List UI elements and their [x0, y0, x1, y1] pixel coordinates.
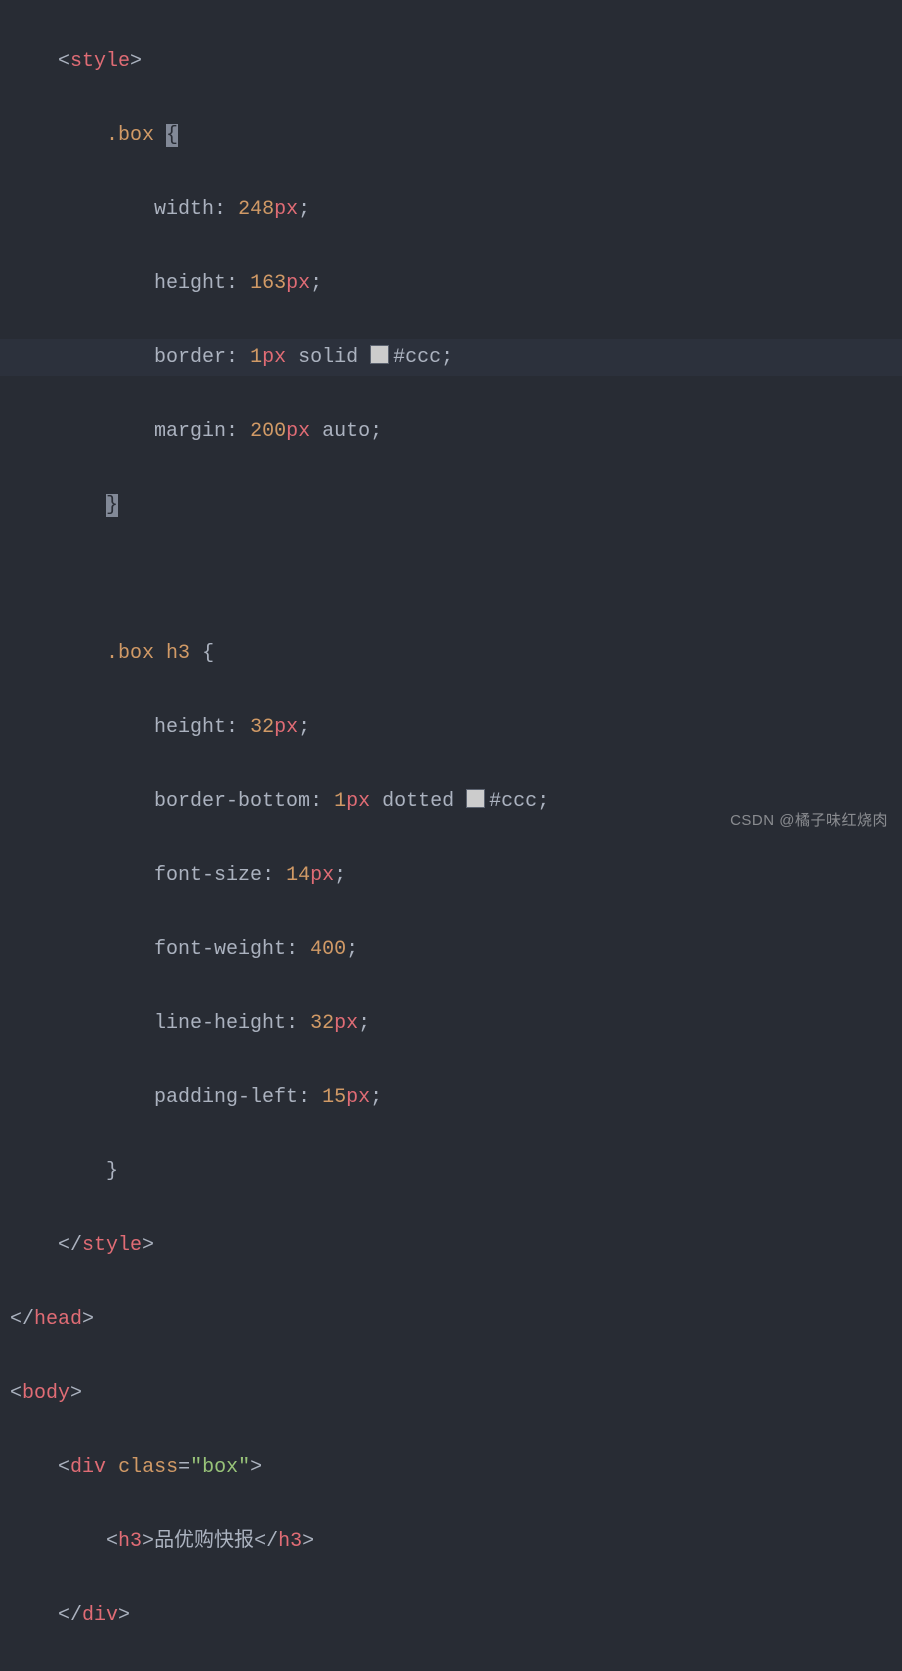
prop-margin: margin — [154, 420, 226, 443]
tag-div-open: div — [70, 1456, 106, 1479]
brace-open: { — [166, 124, 178, 147]
code-line: <style> — [0, 43, 902, 80]
code-line: padding-left: 15px; — [0, 1079, 902, 1116]
code-line: </div> — [0, 1597, 902, 1634]
prop-line-height: line-height — [154, 1012, 286, 1035]
tag-style-close: style — [82, 1234, 142, 1257]
code-line: <h3>品优购快报</h3> — [0, 1523, 902, 1560]
tag-body-open: body — [22, 1382, 70, 1405]
code-line: } — [0, 1153, 902, 1190]
code-line: .box h3 { — [0, 635, 902, 672]
code-line: .box { — [0, 117, 902, 154]
code-line: width: 248px; — [0, 191, 902, 228]
selector-box-h3: .box — [106, 642, 154, 665]
brace-close: } — [106, 494, 118, 517]
prop-h3-height: height — [154, 716, 226, 739]
prop-border-bottom: border-bottom — [154, 790, 310, 813]
code-line: height: 163px; — [0, 265, 902, 302]
selector-box: .box — [106, 124, 154, 147]
tag-h3-open: h3 — [118, 1530, 142, 1553]
prop-padding-left: padding-left — [154, 1086, 298, 1109]
code-line: height: 32px; — [0, 709, 902, 746]
code-line: font-weight: 400; — [0, 931, 902, 968]
color-swatch — [370, 345, 389, 364]
prop-font-weight: font-weight — [154, 938, 286, 961]
code-block: <style> .box { width: 248px; height: 163… — [0, 0, 902, 1671]
code-line: font-size: 14px; — [0, 857, 902, 894]
tag-style-open: style — [70, 50, 130, 73]
color-swatch — [466, 789, 485, 808]
tag-h3-close: h3 — [278, 1530, 302, 1553]
code-line: } — [0, 487, 902, 524]
code-line: </head> — [0, 1301, 902, 1338]
prop-height: height — [154, 272, 226, 295]
code-line: margin: 200px auto; — [0, 413, 902, 450]
prop-width: width — [154, 198, 214, 221]
tag-head-close: head — [34, 1308, 82, 1331]
code-line: <body> — [0, 1375, 902, 1412]
watermark: CSDN @橘子味红烧肉 — [730, 807, 888, 835]
code-line: line-height: 32px; — [0, 1005, 902, 1042]
attr-class: class — [118, 1456, 178, 1479]
code-line-active: border: 1px solid #ccc; — [0, 339, 902, 376]
tag-div-close: div — [82, 1604, 118, 1627]
prop-font-size: font-size — [154, 864, 262, 887]
code-line: <div class="box"> — [0, 1449, 902, 1486]
prop-border: border — [154, 346, 226, 369]
class-value: "box" — [190, 1456, 250, 1479]
code-line: </style> — [0, 1227, 902, 1264]
h3-text: 品优购快报 — [154, 1530, 254, 1553]
code-line-blank — [0, 561, 902, 598]
